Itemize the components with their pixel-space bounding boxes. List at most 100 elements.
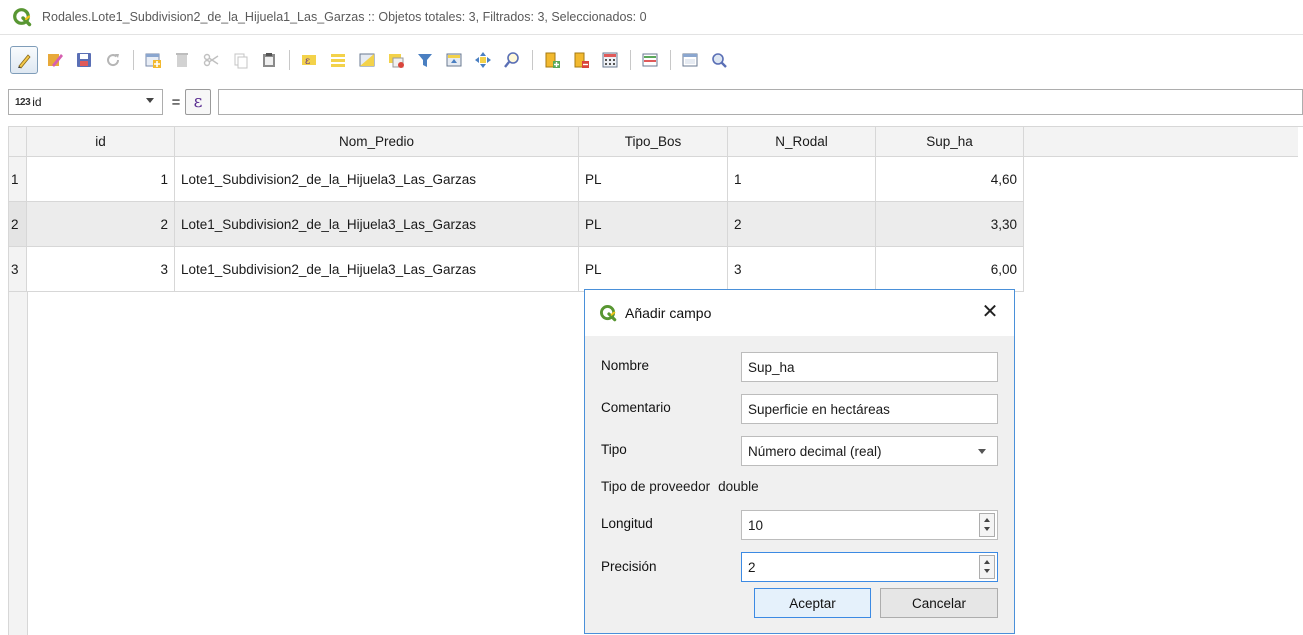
cell-n-rodal[interactable]: 2	[728, 202, 876, 247]
cell-n-rodal[interactable]: 1	[728, 157, 876, 202]
column-header-nom-predio[interactable]: Nom_Predio	[175, 127, 579, 157]
row-header[interactable]: 1	[9, 157, 27, 202]
operator-button[interactable]: =	[169, 89, 183, 115]
column-header-sup-ha[interactable]: Sup_ha	[876, 127, 1024, 157]
expression-select-button[interactable]: ε	[298, 49, 320, 71]
toolbar-separator	[289, 50, 290, 70]
multi-edit-button[interactable]	[44, 49, 66, 71]
reload-icon	[107, 54, 120, 67]
cell-sup-ha[interactable]: 6,00	[876, 247, 1024, 292]
move-selection-top-button[interactable]	[443, 49, 465, 71]
table-corner[interactable]	[9, 127, 27, 157]
reload-button[interactable]	[102, 49, 124, 71]
close-icon[interactable]: ✕	[980, 302, 1000, 322]
chevron-down-icon	[146, 98, 154, 103]
paste-button[interactable]	[258, 49, 280, 71]
zoom-to-selected-button[interactable]	[501, 49, 523, 71]
field-selector-combo[interactable]: 123 id	[8, 89, 163, 115]
cell-tipo-bos[interactable]: PL	[579, 202, 728, 247]
longitud-value: 10	[748, 517, 764, 533]
toolbar-separator	[532, 50, 533, 70]
cancel-button[interactable]: Cancelar	[880, 588, 998, 618]
conditional-formatting-button[interactable]	[639, 49, 661, 71]
cell-nom-predio[interactable]: Lote1_Subdivision2_de_la_Hijuela3_Las_Ga…	[175, 202, 579, 247]
cell-sup-ha[interactable]: 4,60	[876, 157, 1024, 202]
accept-button[interactable]: Aceptar	[754, 588, 871, 618]
window-titlebar: Rodales.Lote1_Subdivision2_de_la_Hijuela…	[0, 0, 1303, 35]
comentario-label: Comentario	[601, 400, 671, 415]
qgis-logo-icon	[599, 304, 617, 322]
toggle-editing-button[interactable]	[10, 46, 38, 74]
field-calculator-icon	[602, 52, 618, 68]
delete-feature-button[interactable]	[171, 49, 193, 71]
cell-n-rodal[interactable]: 3	[728, 247, 876, 292]
invert-selection-button[interactable]	[356, 49, 378, 71]
table-row[interactable]: 2 2 Lote1_Subdivision2_de_la_Hijuela3_La…	[9, 202, 1024, 247]
copy-button[interactable]	[229, 49, 251, 71]
spin-arrows-icon[interactable]	[979, 513, 995, 537]
table-row[interactable]: 3 3 Lote1_Subdivision2_de_la_Hijuela3_La…	[9, 247, 1024, 292]
column-header-id[interactable]: id	[27, 127, 175, 157]
dock-table-button[interactable]	[679, 49, 701, 71]
save-edits-button[interactable]	[73, 49, 95, 71]
proveedor-label: Tipo de proveedor	[601, 479, 711, 494]
comentario-field[interactable]: Superficie en hectáreas	[741, 394, 998, 424]
qgis-logo-icon	[13, 8, 32, 27]
longitud-spinbox[interactable]: 10	[741, 510, 998, 540]
invert-selection-icon	[359, 53, 375, 67]
filter-expression-input[interactable]	[218, 89, 1303, 115]
pan-to-selected-icon	[475, 52, 491, 68]
copy-icon	[234, 53, 248, 69]
multi-edit-icon	[48, 54, 63, 67]
dock-table-icon	[682, 53, 698, 67]
column-header-n-rodal[interactable]: N_Rodal	[728, 127, 876, 157]
row-header-gutter	[9, 292, 28, 635]
precision-value: 2	[748, 559, 756, 575]
table-row[interactable]: 1 1 Lote1_Subdivision2_de_la_Hijuela3_La…	[9, 157, 1024, 202]
tipo-select[interactable]: Número decimal (real)	[741, 436, 998, 466]
delete-field-button[interactable]	[570, 49, 592, 71]
row-header[interactable]: 2	[9, 202, 27, 247]
toggle-editing-icon	[18, 54, 31, 69]
cut-icon	[203, 53, 219, 67]
spin-arrows-icon[interactable]	[979, 555, 995, 579]
nombre-field[interactable]: Sup_ha	[741, 352, 998, 382]
row-header[interactable]: 3	[9, 247, 27, 292]
window-title: Rodales.Lote1_Subdivision2_de_la_Hijuela…	[42, 10, 647, 24]
zoom-to-selected-icon	[504, 52, 519, 68]
cut-button[interactable]	[200, 49, 222, 71]
toolbar-separator	[133, 50, 134, 70]
table-header: id Nom_Predio Tipo_Bos N_Rodal Sup_ha	[9, 127, 1298, 157]
expression-bar: 123 id = ε	[8, 86, 1303, 118]
chevron-down-icon	[978, 449, 986, 454]
nombre-row: Nombre	[601, 358, 741, 373]
column-header-tipo-bos[interactable]: Tipo_Bos	[579, 127, 728, 157]
cell-nom-predio[interactable]: Lote1_Subdivision2_de_la_Hijuela3_Las_Ga…	[175, 157, 579, 202]
tipo-row: Tipo	[601, 442, 741, 457]
nombre-label: Nombre	[601, 358, 650, 373]
actions-button[interactable]	[708, 49, 730, 71]
filter-selection-button[interactable]	[414, 49, 436, 71]
select-all-icon	[331, 54, 345, 67]
paste-icon	[263, 53, 275, 67]
add-feature-button[interactable]	[142, 49, 164, 71]
cell-id[interactable]: 2	[27, 202, 175, 247]
precision-row: Precisión	[601, 559, 741, 574]
cell-id[interactable]: 3	[27, 247, 175, 292]
svg-text:ε: ε	[305, 56, 310, 67]
pan-to-selected-button[interactable]	[472, 49, 494, 71]
cell-id[interactable]: 1	[27, 157, 175, 202]
cell-sup-ha[interactable]: 3,30	[876, 202, 1024, 247]
cell-tipo-bos[interactable]: PL	[579, 247, 728, 292]
new-field-button[interactable]	[541, 49, 563, 71]
toolbar-separator	[630, 50, 631, 70]
field-calculator-button[interactable]	[599, 49, 621, 71]
select-all-button[interactable]	[327, 49, 349, 71]
deselect-all-button[interactable]	[385, 49, 407, 71]
cell-nom-predio[interactable]: Lote1_Subdivision2_de_la_Hijuela3_Las_Ga…	[175, 247, 579, 292]
cell-tipo-bos[interactable]: PL	[579, 157, 728, 202]
expression-builder-button[interactable]: ε	[185, 89, 211, 115]
precision-label: Precisión	[601, 559, 657, 574]
precision-spinbox[interactable]: 2	[741, 552, 998, 582]
add-feature-icon	[145, 53, 161, 68]
